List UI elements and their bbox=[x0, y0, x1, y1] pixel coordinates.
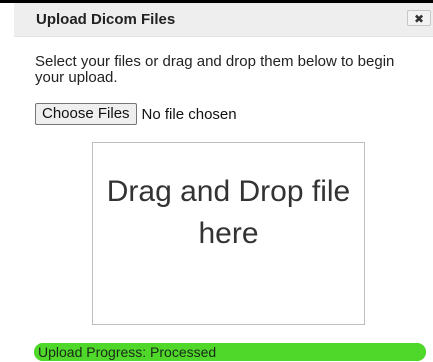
dialog-title-bar[interactable]: Upload Dicom Files bbox=[14, 3, 433, 37]
upload-progress-bar: Upload Progress: Processed bbox=[34, 343, 426, 361]
file-input[interactable]: Choose Files No file chosen bbox=[35, 103, 237, 125]
progress-label: Upload Progress: Processed bbox=[38, 344, 217, 360]
drop-zone[interactable]: Drag and Drop file here bbox=[92, 142, 365, 325]
choose-files-button[interactable]: Choose Files bbox=[35, 103, 137, 125]
upload-dialog: Upload Dicom Files ✖ Select your files o… bbox=[0, 0, 433, 362]
dialog-title: Upload Dicom Files bbox=[36, 11, 176, 28]
close-icon: ✖ bbox=[413, 12, 425, 26]
file-status-text: No file chosen bbox=[141, 105, 237, 123]
close-button[interactable]: ✖ bbox=[407, 10, 431, 26]
upload-instructions: Select your files or drag and drop them … bbox=[35, 53, 395, 86]
drop-zone-text: Drag and Drop file here bbox=[106, 175, 351, 250]
